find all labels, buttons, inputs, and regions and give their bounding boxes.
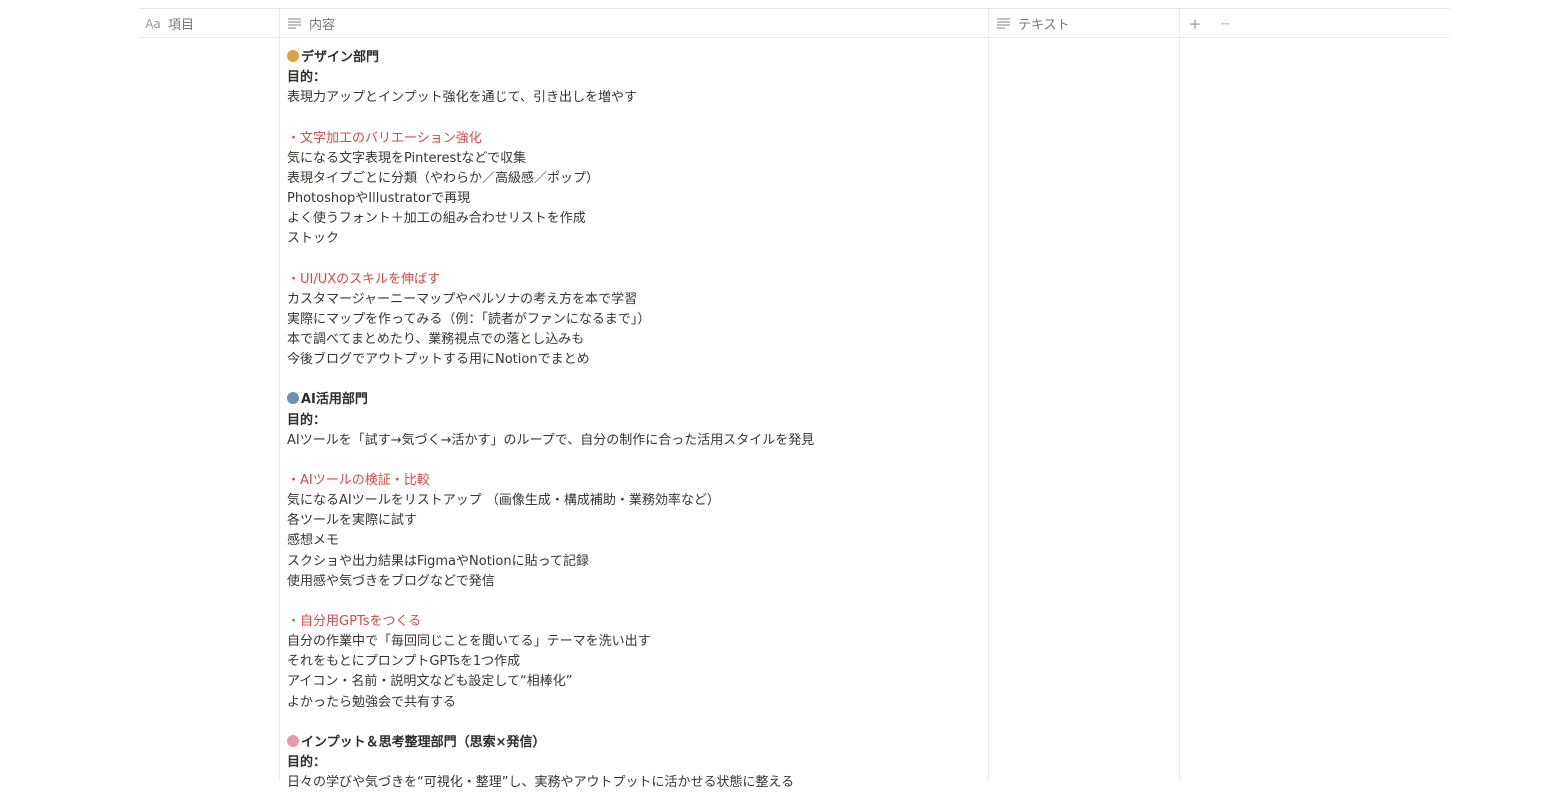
table-header: Aa 項目 内容 テキスト + ··· bbox=[139, 8, 1450, 38]
section-heading: AI活用部門 bbox=[287, 390, 977, 410]
content-line: 実際にマップを作ってみる（例：「読者がファンになるまで」） bbox=[287, 310, 977, 330]
line-text: 気になるAIツールをリストアップ （画像生成・構成補助・業務効率など） bbox=[287, 493, 720, 509]
line-text: ・自分用GPTsをつくる bbox=[287, 613, 422, 629]
content-line: それをもとにプロンプトGPTsを1つ作成 bbox=[287, 652, 977, 672]
line-text: ・UI/UXのスキルを伸ばす bbox=[287, 271, 441, 287]
section-heading: 目的： bbox=[287, 411, 977, 431]
column-header-item[interactable]: Aa 項目 bbox=[139, 9, 279, 38]
line-text: 表現タイプごとに分類（やわらか／高級感／ポップ） bbox=[287, 170, 600, 186]
subsection-heading: ・AIツールの検証・比較 bbox=[287, 471, 977, 491]
line-text: よく使うフォント＋加工の組み合わせリストを作成 bbox=[287, 211, 586, 227]
database-table: Aa 項目 内容 テキスト + ··· デザイン部門目的： 表現力アップとインプッ… bbox=[139, 8, 1450, 790]
content-line: アイコン・名前・説明文なども設定して“相棒化” bbox=[287, 672, 977, 692]
column-divider bbox=[988, 38, 989, 780]
column-actions: + ··· bbox=[1179, 9, 1450, 38]
column-divider bbox=[279, 38, 280, 780]
line-text: 目的： bbox=[287, 754, 327, 770]
palette-icon bbox=[287, 50, 299, 62]
line-text: よかったら勉強会で共有する bbox=[287, 694, 457, 710]
line-text: ・AIツールの検証・比較 bbox=[287, 472, 430, 488]
line-text: 使用感や気づきをブログなどで発信 bbox=[287, 573, 495, 589]
line-text: AIツールを「試す→気づく→活かす」のループで、自分の制作に合った活用スタイルを… bbox=[287, 432, 815, 448]
line-text: カスタマージャーニーマップやペルソナの考え方を本で学習 bbox=[287, 291, 638, 307]
subsection-heading: ・UI/UXのスキルを伸ばす bbox=[287, 270, 977, 290]
section-heading: インプット＆思考整理部門（思索×発信） bbox=[287, 733, 977, 753]
subsection-heading: ・自分用GPTsをつくる bbox=[287, 612, 977, 632]
subsection-heading: ・文字加工のバリエーション強化 bbox=[287, 129, 977, 149]
content-line: 本で調べてまとめたり、業務視点での落とし込みも bbox=[287, 330, 977, 350]
content-line: 今後ブログでアウトプットする用にNotionでまとめ bbox=[287, 350, 977, 370]
section-heading: 目的： bbox=[287, 68, 977, 88]
line-text: それをもとにプロンプトGPTsを1つ作成 bbox=[287, 654, 521, 670]
robot-icon bbox=[287, 392, 299, 405]
more-options-icon[interactable]: ··· bbox=[1215, 14, 1235, 34]
line-text: 表現力アップとインプット強化を通じて、引き出しを増やす bbox=[287, 90, 637, 106]
line-text: デザイン部門 bbox=[301, 50, 380, 65]
line-text: 感想メモ bbox=[287, 533, 340, 549]
content-line: PhotoshopやIllustratorで再現 bbox=[287, 189, 977, 209]
line-text: AI活用部門 bbox=[301, 392, 368, 408]
line-text: 目的： bbox=[287, 70, 327, 86]
line-text: アイコン・名前・説明文なども設定して“相棒化” bbox=[287, 674, 573, 690]
column-header-item-label: 項目 bbox=[168, 18, 195, 33]
column-header-text-label: テキスト bbox=[1018, 18, 1070, 33]
line-text: ・文字加工のバリエーション強化 bbox=[287, 130, 482, 146]
content-line: ストック bbox=[287, 229, 977, 249]
content-line: 気になるAIツールをリストアップ （画像生成・構成補助・業務効率など） bbox=[287, 491, 977, 511]
content-line: スクショや出力結果はFigmaやNotionに貼って記録 bbox=[287, 552, 977, 572]
column-header-content-label: 内容 bbox=[309, 18, 336, 33]
brain-icon bbox=[287, 734, 299, 747]
section-heading: デザイン部門 bbox=[287, 48, 977, 68]
text-lines-icon bbox=[996, 17, 1010, 31]
line-text: 各ツールを実際に試す bbox=[287, 513, 418, 529]
content-line: 気になる文字表現をPinterestなどで収集 bbox=[287, 149, 977, 169]
content-line: 表現タイプごとに分類（やわらか／高級感／ポップ） bbox=[287, 169, 977, 189]
line-text: ストック bbox=[287, 231, 340, 247]
content-line: 使用感や気づきをブログなどで発信 bbox=[287, 572, 977, 592]
column-divider bbox=[1179, 38, 1180, 780]
column-header-text[interactable]: テキスト bbox=[988, 9, 1179, 38]
title-property-icon: Aa bbox=[145, 16, 161, 31]
line-text: 本で調べてまとめたり、業務視点での落とし込みも bbox=[287, 331, 585, 347]
content-cell[interactable]: デザイン部門目的： 表現力アップとインプット強化を通じて、引き出しを増やす ・文字加… bbox=[287, 48, 977, 793]
text-lines-icon bbox=[287, 17, 301, 31]
section-heading: 目的： bbox=[287, 753, 977, 773]
add-property-button[interactable]: + bbox=[1185, 14, 1205, 34]
line-text: 目的： bbox=[287, 412, 327, 428]
content-line: よく使うフォント＋加工の組み合わせリストを作成 bbox=[287, 209, 977, 229]
column-header-content[interactable]: 内容 bbox=[279, 9, 988, 38]
line-text: 実際にマップを作ってみる（例：「読者がファンになるまで」） bbox=[287, 311, 651, 327]
content-line: 各ツールを実際に試す bbox=[287, 511, 977, 531]
content-line: AIツールを「試す→気づく→活かす」のループで、自分の制作に合った活用スタイルを… bbox=[287, 431, 977, 451]
line-text: スクショや出力結果はFigmaやNotionに貼って記録 bbox=[287, 553, 589, 569]
line-text: PhotoshopやIllustratorで再現 bbox=[287, 190, 471, 206]
line-text: インプット＆思考整理部門（思索×発信） bbox=[301, 734, 546, 750]
line-text: 日々の学びや気づきを“可視化・整理”し、実務やアウトプットに活かせる状態に整える bbox=[287, 775, 795, 791]
content-line: よかったら勉強会で共有する bbox=[287, 693, 977, 713]
content-line: 感想メモ bbox=[287, 531, 977, 551]
line-text: 気になる文字表現をPinterestなどで収集 bbox=[287, 150, 527, 166]
line-text: 今後ブログでアウトプットする用にNotionでまとめ bbox=[287, 352, 590, 368]
line-text: 自分の作業中で「毎回同じことを聞いてる」テーマを洗い出す bbox=[287, 634, 651, 650]
content-line: 自分の作業中で「毎回同じことを聞いてる」テーマを洗い出す bbox=[287, 632, 977, 652]
content-line: カスタマージャーニーマップやペルソナの考え方を本で学習 bbox=[287, 290, 977, 310]
content-line: 日々の学びや気づきを“可視化・整理”し、実務やアウトプットに活かせる状態に整える bbox=[287, 773, 977, 793]
content-line: 表現力アップとインプット強化を通じて、引き出しを増やす bbox=[287, 88, 977, 108]
